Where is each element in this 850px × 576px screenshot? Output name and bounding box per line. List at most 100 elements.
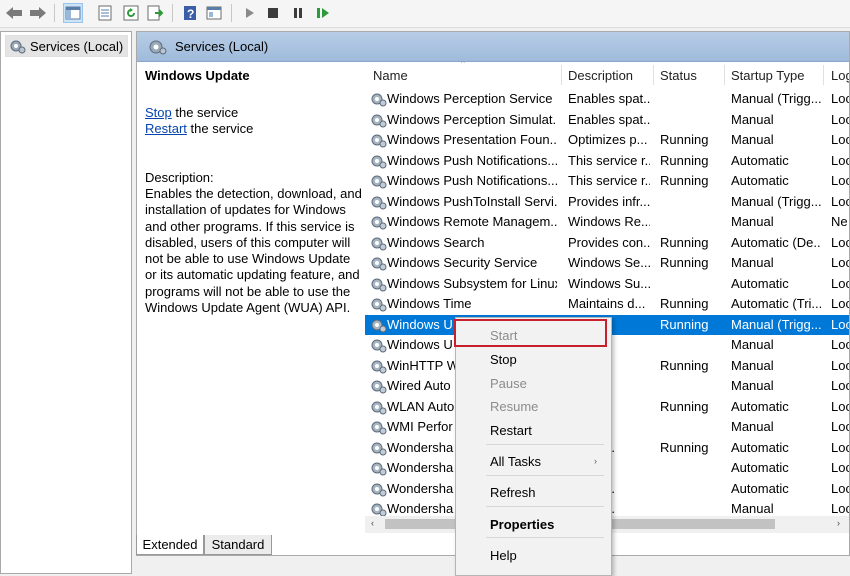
forward-arrow-icon[interactable] xyxy=(28,3,48,23)
scroll-right-icon[interactable]: › xyxy=(837,518,840,528)
service-cell-desc: Windows Re... xyxy=(568,214,650,229)
tree-item-label: Services (Local) xyxy=(30,38,124,54)
service-cell-log: Loc xyxy=(831,132,849,147)
service-cell-log: Loc xyxy=(831,357,849,373)
menu-separator xyxy=(486,506,604,507)
menu-item-help[interactable]: Help xyxy=(456,544,611,566)
menu-item-all-tasks[interactable]: All Tasks › xyxy=(456,450,611,472)
refresh-icon[interactable] xyxy=(121,3,141,23)
service-row[interactable]: Windows Subsystem for Linux Windows Su...… xyxy=(365,274,849,294)
show-hide-console-tree-icon[interactable] xyxy=(63,3,83,23)
service-cell-desc: Provides infr... xyxy=(568,193,650,209)
description-text: Enables the detection, download, and ins… xyxy=(145,186,362,316)
service-row[interactable]: Windows Push Notifications... This servic… xyxy=(365,151,849,171)
help-icon[interactable]: ? xyxy=(180,3,200,23)
service-row[interactable]: Windows Time Maintains d... Running Automat… xyxy=(365,294,849,314)
column-header-log-on-as[interactable]: Log xyxy=(831,61,849,89)
tab-standard[interactable]: Standard xyxy=(204,535,272,555)
menu-item-stop[interactable]: Stop xyxy=(456,348,611,370)
service-cell-startup: Manual xyxy=(731,501,774,516)
scroll-left-icon[interactable]: ‹ xyxy=(371,518,374,528)
service-cell-desc: This service r... xyxy=(568,152,650,168)
pane-header: Services (Local) xyxy=(137,32,849,62)
column-header-description[interactable]: Description xyxy=(568,61,633,89)
service-cell-startup: Manual xyxy=(731,419,774,434)
service-cell-desc: Provides con... xyxy=(568,234,650,250)
service-cell-log: Loc xyxy=(831,111,849,127)
service-gear-icon xyxy=(371,257,387,271)
toolbar: ? xyxy=(0,0,850,28)
service-cell-status: Running xyxy=(660,234,709,250)
service-cell-status: Running xyxy=(660,316,709,332)
start-service-icon[interactable] xyxy=(239,3,259,23)
service-row[interactable]: Windows Presentation Foun... Optimizes p.… xyxy=(365,130,849,150)
service-cell-startup: Manual (Trigg... xyxy=(731,91,821,106)
service-cell-log: Loc xyxy=(831,378,849,393)
properties-icon[interactable] xyxy=(95,3,115,23)
column-header-name[interactable]: Name xyxy=(373,61,408,89)
service-cell-log: Loc xyxy=(831,480,849,496)
service-row[interactable]: Windows Search Provides con... Running Auto… xyxy=(365,233,849,253)
service-cell-desc: Windows Su... xyxy=(568,275,650,291)
menu-item-pause[interactable]: Pause xyxy=(456,372,611,394)
service-gear-icon xyxy=(371,114,387,127)
service-cell-log: Loc xyxy=(831,316,849,332)
service-cell-name: Windows Perception Simulat... xyxy=(387,111,557,127)
resume-service-icon[interactable] xyxy=(313,3,333,23)
export-list-icon[interactable] xyxy=(146,3,166,23)
service-cell-log: Loc xyxy=(831,501,849,516)
service-cell-name: Windows Time xyxy=(387,296,472,311)
service-gear-icon xyxy=(371,216,387,230)
context-menu: Start Stop Pause Resume Restart All Task… xyxy=(455,317,612,576)
service-cell-name: Windows Presentation Foun... xyxy=(387,132,557,147)
service-cell-status: Running xyxy=(660,398,709,414)
menu-item-restart[interactable]: Restart xyxy=(456,419,611,441)
service-cell-log: Loc xyxy=(831,91,849,106)
menu-item-resume[interactable]: Resume xyxy=(456,395,611,417)
tab-extended[interactable]: Extended xyxy=(136,535,204,555)
menu-item-refresh[interactable]: Refresh xyxy=(456,481,611,503)
service-cell-log: Loc xyxy=(831,234,849,250)
selected-service-name: Windows Update xyxy=(145,68,250,83)
service-cell-desc: Optimizes p... xyxy=(568,132,648,147)
service-cell-status: Running xyxy=(660,173,709,188)
service-row[interactable]: Windows Perception Service Enables spat..… xyxy=(365,89,849,109)
stop-service-icon[interactable] xyxy=(263,3,283,23)
service-row[interactable]: Windows Security Service Windows Se... Run… xyxy=(365,253,849,273)
service-gear-icon xyxy=(371,360,387,373)
service-cell-startup: Manual xyxy=(731,357,774,373)
service-cell-name: Windows Remote Managem... xyxy=(387,214,557,229)
menu-item-properties[interactable]: Properties xyxy=(456,513,611,535)
restart-suffix: the service xyxy=(186,121,254,136)
pause-service-icon[interactable] xyxy=(288,3,308,23)
restart-service-link[interactable]: Restart xyxy=(145,121,187,136)
service-cell-startup: Manual xyxy=(731,255,774,270)
column-header-startup-type[interactable]: Startup Type xyxy=(731,61,804,89)
service-cell-log: Loc xyxy=(831,439,849,455)
service-cell-log: Loc xyxy=(831,152,849,168)
service-gear-icon xyxy=(371,298,387,312)
service-row[interactable]: Windows Perception Simulat... Enables spa… xyxy=(365,110,849,130)
submenu-arrow-icon: › xyxy=(594,456,597,466)
service-cell-startup: Automatic xyxy=(731,480,789,496)
service-gear-icon xyxy=(371,401,387,414)
service-row[interactable]: Windows Push Notifications... This servic… xyxy=(365,171,849,191)
column-header-status[interactable]: Status xyxy=(660,61,697,89)
service-cell-log: Loc xyxy=(831,173,849,188)
view-icon[interactable] xyxy=(204,3,224,23)
service-gear-icon xyxy=(371,155,387,168)
service-cell-startup: Manual (Trigg... xyxy=(731,193,821,209)
stop-service-link[interactable]: Stop xyxy=(145,105,172,120)
service-cell-startup: Automatic (De... xyxy=(731,234,821,250)
service-row[interactable]: Windows PushToInstall Servi... Provides i… xyxy=(365,192,849,212)
service-cell-status: Running xyxy=(660,357,709,373)
tree-item-services-local[interactable]: Services (Local) xyxy=(5,35,129,57)
service-cell-log: Loc xyxy=(831,255,849,270)
service-gear-icon xyxy=(371,278,387,291)
service-cell-startup: Manual xyxy=(731,132,774,147)
service-gear-icon xyxy=(371,421,387,435)
service-row[interactable]: Windows Remote Managem... Windows Re... Ma… xyxy=(365,212,849,232)
back-arrow-icon[interactable] xyxy=(4,3,24,23)
service-gear-icon xyxy=(371,380,387,394)
service-cell-name: Windows Subsystem for Linux xyxy=(387,275,557,291)
